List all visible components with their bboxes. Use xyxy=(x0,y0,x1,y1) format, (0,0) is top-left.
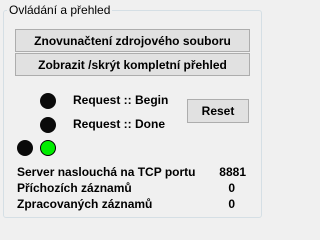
groupbox-title: Ovládání a přehled xyxy=(7,3,113,17)
request-begin-indicator xyxy=(40,93,56,109)
server-port-label: Server naslouchá na TCP portu xyxy=(17,165,196,179)
processed-records-value: 0 xyxy=(228,197,235,211)
toggle-overview-button[interactable]: Zobrazit /skrýt kompletní přehled xyxy=(15,53,250,76)
request-done-label: Request :: Done xyxy=(73,117,166,131)
processed-records-label: Zpracovaných záznamů xyxy=(17,197,153,211)
status-indicator-left xyxy=(17,140,33,156)
incoming-records-label: Příchozích záznamů xyxy=(17,181,132,195)
request-done-indicator xyxy=(40,117,56,133)
incoming-records-value: 0 xyxy=(228,181,235,195)
reload-source-file-button[interactable]: Znovunačtení zdrojového souboru xyxy=(15,29,250,52)
reset-button[interactable]: Reset xyxy=(187,99,249,123)
server-port-value: 8881 xyxy=(219,165,246,179)
request-begin-label: Request :: Begin xyxy=(73,93,169,107)
status-indicator-right xyxy=(40,140,56,156)
